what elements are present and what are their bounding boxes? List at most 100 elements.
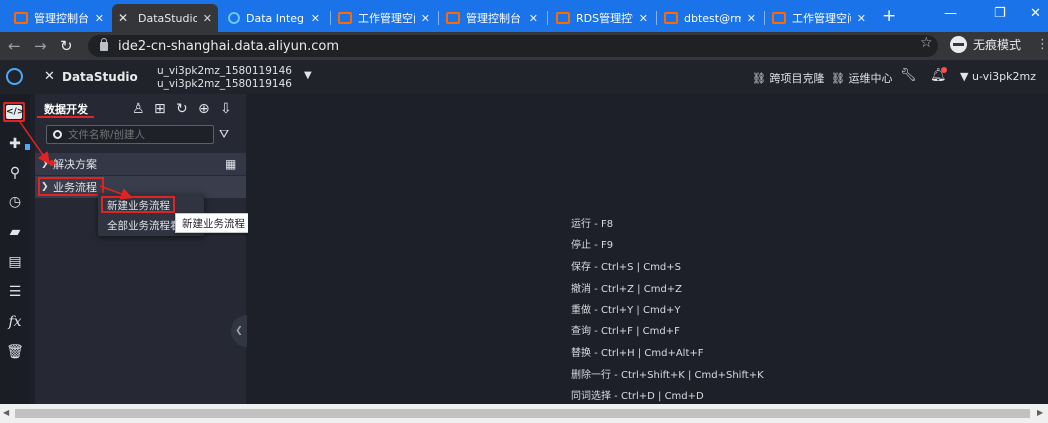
back-icon[interactable]: ← xyxy=(8,37,21,55)
menu-item-all-business-flows[interactable]: 全部业务流程看 xyxy=(107,218,181,233)
aliyun-favicon-icon xyxy=(664,12,678,24)
scrollbar-thumb[interactable] xyxy=(15,409,1030,418)
reload-icon[interactable]: ↻ xyxy=(60,37,73,55)
grid-icon[interactable]: ▦ xyxy=(225,157,236,171)
locate-icon[interactable]: ⊕ xyxy=(198,101,210,117)
close-tab-icon[interactable]: ✕ xyxy=(95,12,104,25)
browser-tab[interactable]: dbtest@rm ✕ xyxy=(658,4,762,32)
url-field[interactable]: ide2-cn-shanghai.data.aliyun.com xyxy=(88,35,938,57)
aliyun-favicon-icon xyxy=(556,12,570,24)
aliyun-favicon-icon xyxy=(14,12,28,24)
tab-divider xyxy=(656,11,657,25)
lock-icon xyxy=(100,37,108,51)
browser-tab[interactable]: 管理控制台 ✕ xyxy=(440,4,544,32)
chevron-down-icon[interactable]: ▼ xyxy=(304,70,312,81)
close-tab-icon[interactable]: ✕ xyxy=(639,12,648,25)
close-tab-icon[interactable]: ✕ xyxy=(421,12,430,25)
ops-center-link[interactable]: ⛓ 运维中心 xyxy=(831,70,892,86)
ops-label: 运维中心 xyxy=(848,72,893,85)
datastudio-logo-icon: ✕ xyxy=(44,69,55,84)
puzzle-icon[interactable]: ✚ xyxy=(6,136,24,152)
app-header: ✕ DataStudio u_vi3pk2mz_1580119146 u_vi3… xyxy=(0,60,1048,94)
tab-title: 管理控制台 xyxy=(34,12,89,25)
bookmark-star-icon[interactable]: ☆ xyxy=(920,35,933,51)
search-input[interactable] xyxy=(68,128,208,141)
restore-icon[interactable]: ❐ xyxy=(994,6,1006,21)
shortcut-run: 运行 - F8 xyxy=(571,219,614,230)
shortcut-redo: 重做 - Ctrl+Y | Cmd+Y xyxy=(571,305,681,316)
data-development-icon[interactable]: </> xyxy=(6,105,24,119)
close-tab-icon[interactable]: ✕ xyxy=(747,12,756,25)
address-bar: ← → ↻ ide2-cn-shanghai.data.aliyun.com ☆… xyxy=(0,32,1048,60)
briefcase-icon[interactable]: ▰ xyxy=(6,224,24,240)
highlight-box xyxy=(38,177,104,196)
browser-tab[interactable]: Data Integ ✕ xyxy=(222,4,326,32)
shortcut-undo: 撤消 - Ctrl+Z | Cmd+Z xyxy=(571,284,683,295)
lock-badge-icon xyxy=(25,144,30,150)
browser-menu-icon[interactable]: ⋮ xyxy=(1036,37,1048,52)
function-icon[interactable]: fx xyxy=(6,314,24,330)
tab-title: dbtest@rm xyxy=(684,11,741,25)
horizontal-scrollbar[interactable]: ◀ ▶ xyxy=(0,404,1048,423)
workspace-id[interactable]: u_vi3pk2mz_1580119146 xyxy=(157,78,292,90)
close-tab-icon[interactable]: ✕ xyxy=(857,12,866,25)
user-menu[interactable]: ▼ u-vi3pk2mz xyxy=(960,70,1036,83)
datastudio-favicon-icon: ✕ xyxy=(118,11,129,25)
tree-item-label: 解决方案 xyxy=(53,158,97,171)
import-icon[interactable]: ⇩ xyxy=(220,101,232,117)
scroll-left-icon[interactable]: ◀ xyxy=(3,408,9,417)
user-filter-icon[interactable]: ♙ xyxy=(132,101,145,117)
browser-tab[interactable]: 工作管理空间 ✕ xyxy=(766,4,872,32)
tab-divider xyxy=(764,11,765,25)
scroll-right-icon[interactable]: ▶ xyxy=(1037,408,1043,417)
list-icon[interactable]: ☰ xyxy=(6,284,24,300)
highlight-box xyxy=(101,196,175,213)
shortcut-replace: 替换 - Ctrl+H | Cmd+Alt+F xyxy=(571,348,704,359)
product-title: DataStudio xyxy=(62,70,138,84)
dataworks-logo-icon[interactable] xyxy=(6,68,23,85)
incognito-indicator[interactable]: 无痕模式 xyxy=(950,36,1021,53)
shortcut-stop: 停止 - F9 xyxy=(571,240,614,251)
browser-tab-active[interactable]: ✕ DataStudio ✕ xyxy=(112,4,218,32)
browser-tab-bar: 管理控制台 ✕ ✕ DataStudio ✕ Data Integ ✕ 工作管理… xyxy=(0,0,1048,32)
minimize-icon[interactable]: — xyxy=(944,6,957,21)
close-tab-icon[interactable]: ✕ xyxy=(311,12,320,25)
browser-tab[interactable]: 管理控制台 ✕ xyxy=(8,4,110,32)
close-window-icon[interactable]: ✕ xyxy=(1030,6,1041,21)
clock-icon[interactable]: ◷ xyxy=(6,194,24,210)
url-text: ide2-cn-shanghai.data.aliyun.com xyxy=(118,38,339,54)
filter-icon[interactable]: ⛛ xyxy=(219,127,229,142)
tab-title: 工作管理空间 xyxy=(358,12,415,25)
close-tab-icon[interactable]: ✕ xyxy=(203,12,212,25)
tab-title: 工作管理空间 xyxy=(792,12,851,25)
tab-title: 管理控制台 xyxy=(466,12,521,25)
refresh-icon[interactable]: ↻ xyxy=(176,101,188,117)
tree-item-solutions[interactable]: ❯ 解决方案 xyxy=(35,153,246,175)
workspace-name[interactable]: u_vi3pk2mz_1580119146 xyxy=(157,65,292,77)
table-icon[interactable]: ▤ xyxy=(6,254,24,270)
tab-divider xyxy=(330,11,331,25)
clone-label: 跨项目克隆 xyxy=(769,72,825,85)
browser-tab[interactable]: RDS管理控制 ✕ xyxy=(550,4,654,32)
incognito-icon xyxy=(950,36,967,53)
title-underline xyxy=(37,116,94,118)
new-tab-icon[interactable]: + xyxy=(882,6,896,26)
trash-icon[interactable]: 🗑︎ xyxy=(6,344,24,360)
browser-tab[interactable]: 工作管理空间 ✕ xyxy=(332,4,436,32)
aliyun-favicon-icon xyxy=(772,12,786,24)
close-tab-icon[interactable]: ✕ xyxy=(529,12,538,25)
tab-title: Data Integ xyxy=(246,11,305,25)
wrench-icon[interactable]: 🔧︎ xyxy=(900,68,917,83)
search-icon[interactable]: ⚲ xyxy=(6,165,24,181)
new-file-icon[interactable]: ⊞ xyxy=(154,101,166,117)
annotation-dot xyxy=(49,160,55,166)
user-name: u-vi3pk2mz xyxy=(971,70,1037,83)
tab-divider xyxy=(547,11,548,25)
tab-title: DataStudio xyxy=(138,11,197,25)
forward-icon[interactable]: → xyxy=(34,37,47,55)
search-box[interactable] xyxy=(46,125,214,144)
tooltip: 新建业务流程 xyxy=(175,213,249,233)
shortcut-delete-line: 删除一行 - Ctrl+Shift+K | Cmd+Shift+K xyxy=(571,370,764,381)
shortcut-save: 保存 - Ctrl+S | Cmd+S xyxy=(571,262,682,273)
cross-project-clone-link[interactable]: ⛓ 跨项目克隆 xyxy=(752,70,824,86)
